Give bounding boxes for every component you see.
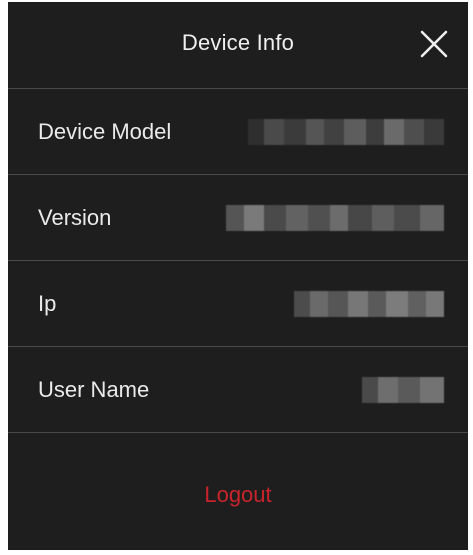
version-label: Version [38, 204, 112, 230]
panel-header: Device Info [8, 2, 468, 89]
redacted-block [226, 204, 444, 231]
info-row-ip: Ip [8, 261, 468, 347]
logout-button[interactable]: Logout [204, 482, 271, 507]
ip-value-redacted [294, 290, 444, 317]
user-name-label: User Name [38, 376, 150, 402]
info-row-user-name: User Name [8, 347, 468, 433]
device-info-panel: Device Info Device Model Version Ip User… [8, 2, 468, 550]
redacted-block [362, 376, 444, 403]
info-row-device-model: Device Model [8, 89, 468, 175]
device-model-value-redacted [248, 118, 444, 145]
logout-container: Logout [8, 482, 468, 508]
redacted-block [248, 118, 444, 145]
close-icon [420, 30, 448, 58]
panel-title: Device Info [181, 30, 295, 55]
info-row-version: Version [8, 175, 468, 261]
user-name-value-redacted [362, 376, 444, 403]
close-button[interactable] [414, 24, 454, 64]
device-model-label: Device Model [38, 118, 172, 144]
redacted-block [294, 290, 444, 317]
ip-label: Ip [38, 290, 57, 316]
version-value-redacted [226, 204, 444, 231]
